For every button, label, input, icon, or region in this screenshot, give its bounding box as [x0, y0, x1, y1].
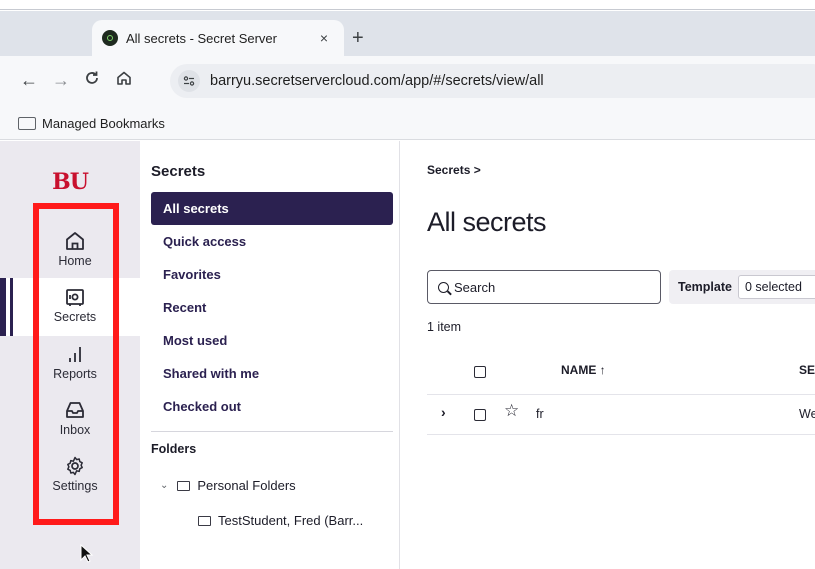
forward-button[interactable]: → [52, 70, 70, 90]
managed-bookmarks-link[interactable]: Managed Bookmarks [42, 116, 165, 131]
side-rail: BU Home Secrets Reports Inbox Settings [0, 141, 140, 569]
mouse-cursor-icon [80, 544, 94, 563]
page-title: All secrets [427, 207, 547, 237]
favicon-icon [102, 30, 118, 46]
secret-second-column: We [799, 407, 815, 421]
secret-server-app: BU Home Secrets Reports Inbox Settings S… [0, 141, 815, 569]
new-tab-button[interactable]: + [352, 28, 364, 48]
nav-item-most-used[interactable]: Most used [151, 324, 393, 357]
folder-label: TestStudent, Fred (Barr... [218, 513, 364, 528]
secrets-navigation: Secrets All secrets Quick access Favorit… [140, 141, 400, 569]
table-row[interactable]: › ☆ fr We [427, 395, 815, 435]
reload-button[interactable] [84, 70, 100, 90]
home-button[interactable] [116, 70, 132, 90]
folder-label: Personal Folders [197, 478, 296, 493]
url-text: barryu.secretservercloud.com/app/#/secre… [210, 73, 544, 89]
folder-icon [198, 515, 211, 526]
nav-item-favorites[interactable]: Favorites [151, 258, 393, 291]
folders-heading: Folders [151, 442, 197, 456]
reload-icon [86, 71, 98, 84]
item-count: 1 item [427, 320, 462, 334]
row-checkbox[interactable] [474, 409, 486, 421]
close-tab-icon[interactable]: × [314, 30, 334, 46]
address-bar[interactable]: barryu.secretservercloud.com/app/#/secre… [170, 64, 815, 98]
bu-logo[interactable]: BU [0, 169, 140, 195]
main-content: Secrets > All secrets Search Template 0 … [401, 141, 815, 569]
template-select[interactable]: 0 selected [737, 275, 815, 299]
nav-item-all-secrets[interactable]: All secrets [151, 192, 393, 225]
search-icon [438, 281, 449, 293]
site-info-icon[interactable] [178, 70, 200, 92]
template-label: Template [678, 280, 732, 294]
folder-teststudent[interactable]: TestStudent, Fred (Barr... [198, 513, 363, 528]
search-placeholder: Search [454, 279, 496, 295]
nav-item-checked-out[interactable]: Checked out [151, 390, 393, 423]
nav-item-shared-with-me[interactable]: Shared with me [151, 357, 393, 390]
rail-active-indicator [0, 278, 6, 336]
back-button[interactable]: ← [20, 70, 38, 90]
template-filter: Template 0 selected [669, 270, 815, 304]
browser-tab[interactable]: All secrets - Secret Server × [92, 20, 344, 56]
folder-icon [177, 480, 191, 491]
chevron-down-icon[interactable]: ⌄ [160, 480, 168, 491]
browser-home-icon [117, 71, 131, 85]
folder-personal-folders[interactable]: ⌄ Personal Folders [160, 478, 296, 493]
secret-name-link[interactable]: fr [536, 407, 544, 421]
favorite-star-icon[interactable]: ☆ [504, 402, 519, 420]
table-header: NAME ↑ SE [427, 353, 815, 395]
annotation-highlight-box [33, 203, 119, 525]
browser-toolbar: ← → barryu.secretservercloud.com/app/#/s… [0, 56, 815, 108]
breadcrumb[interactable]: Secrets > [427, 163, 481, 177]
expand-row-icon[interactable]: › [441, 404, 446, 420]
column-header-second[interactable]: SE [799, 363, 815, 377]
search-input[interactable]: Search [427, 270, 661, 304]
tab-strip: All secrets - Secret Server × + [0, 11, 815, 56]
window-top-border [0, 0, 815, 10]
tab-title: All secrets - Secret Server [126, 30, 277, 46]
select-all-checkbox[interactable] [474, 366, 486, 378]
column-header-name[interactable]: NAME ↑ [561, 363, 606, 377]
managed-folder-icon [18, 117, 36, 130]
rail-active-indicator-secondary [10, 278, 13, 336]
bookmarks-bar: Managed Bookmarks [0, 108, 815, 140]
nav-item-recent[interactable]: Recent [151, 291, 393, 324]
nav-item-quick-access[interactable]: Quick access [151, 225, 393, 258]
nav-divider [151, 431, 393, 432]
secrets-nav-title: Secrets [151, 163, 206, 180]
